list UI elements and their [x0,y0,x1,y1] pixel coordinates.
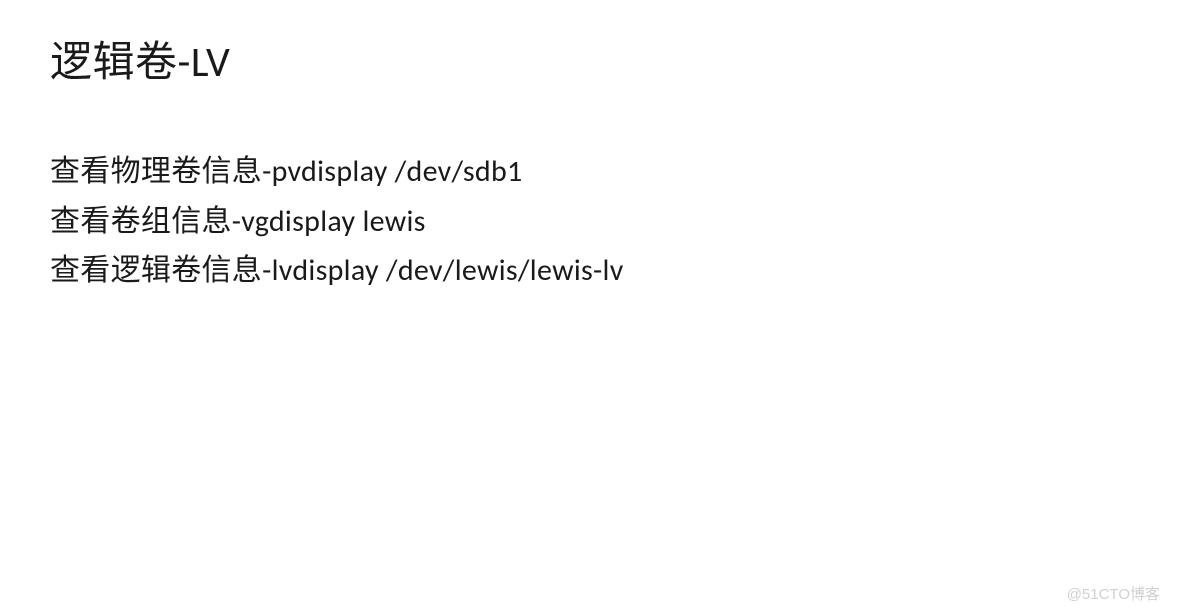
body-line-3: 查看逻辑卷信息-lvdisplay /dev/lewis/lewis-lv [50,246,1128,296]
slide-content: 逻辑卷-LV 查看物理卷信息-pvdisplay /dev/sdb1 查看卷组信… [0,0,1178,324]
slide-title: 逻辑卷-LV [50,28,1128,89]
body-line-1: 查看物理卷信息-pvdisplay /dev/sdb1 [50,147,1128,197]
watermark: @51CTO博客 [1067,583,1160,604]
body-line-2: 查看卷组信息-vgdisplay lewis [50,197,1128,247]
